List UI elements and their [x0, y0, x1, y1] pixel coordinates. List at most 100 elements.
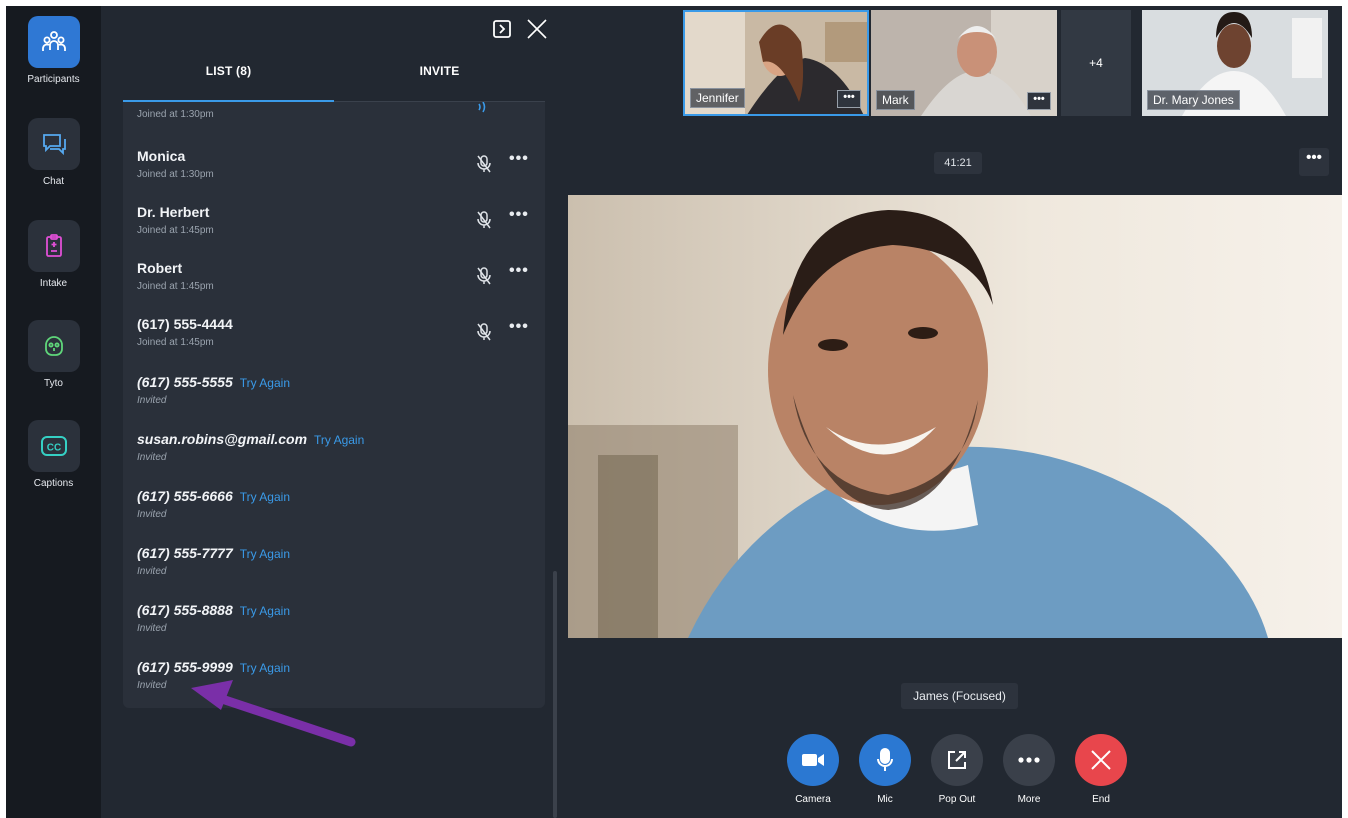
- panel-tabs: LIST (8) INVITE: [123, 54, 545, 103]
- list-item[interactable]: Dr. Herbert Joined at 1:45pm •••: [123, 198, 545, 254]
- rail-item-intake[interactable]: Intake: [6, 220, 101, 289]
- try-again-link[interactable]: Try Again: [240, 547, 290, 561]
- telehealth-app: Participants Chat Intake Tyto CC Caption…: [6, 6, 1342, 818]
- camera-button[interactable]: Camera: [783, 734, 843, 805]
- more-options-icon[interactable]: •••: [1027, 92, 1051, 110]
- invite-status: Invited: [137, 680, 167, 691]
- participant-name: (617) 555-4444: [137, 316, 233, 332]
- video-stage: Jennifer ••• Mark ••• +4 Dr. Mary Jones …: [568, 6, 1342, 818]
- participant-status: Joined at 1:30pm: [137, 109, 214, 120]
- mic-muted-icon[interactable]: [476, 210, 492, 235]
- chat-icon: [27, 118, 80, 170]
- rail-item-participants[interactable]: Participants: [6, 16, 101, 85]
- captions-icon: CC: [27, 420, 80, 472]
- svg-text:CC: CC: [46, 443, 60, 454]
- rail-item-tyto[interactable]: Tyto: [6, 320, 101, 389]
- try-again-link[interactable]: Try Again: [240, 376, 290, 390]
- collapse-panel-icon[interactable]: [492, 19, 512, 44]
- invitee-name: (617) 555-6666: [137, 488, 233, 504]
- invitee-name: (617) 555-9999: [137, 659, 233, 675]
- more-icon: [1003, 734, 1055, 786]
- stage-more-icon[interactable]: •••: [1299, 148, 1329, 176]
- invitee-name: (617) 555-5555: [137, 374, 233, 390]
- list-item[interactable]: Joined at 1:30pm •••: [123, 102, 545, 138]
- try-again-link[interactable]: Try Again: [314, 433, 364, 447]
- participants-icon: [27, 16, 80, 68]
- focused-participant-label: James (Focused): [901, 683, 1018, 709]
- list-item[interactable]: Robert Joined at 1:45pm •••: [123, 254, 545, 310]
- tab-invite[interactable]: INVITE: [334, 64, 545, 78]
- participant-status: Joined at 1:45pm: [137, 225, 214, 236]
- participant-name-tag: Jennifer: [690, 88, 745, 108]
- rail-label: Captions: [33, 478, 74, 489]
- end-icon: [1075, 734, 1127, 786]
- invitee-name: (617) 555-7777: [137, 545, 233, 561]
- more-button[interactable]: More: [999, 734, 1059, 805]
- focused-video-feed: [568, 195, 1342, 638]
- participant-name-tag: Dr. Mary Jones: [1147, 90, 1240, 110]
- rail-item-captions[interactable]: CC Captions: [6, 420, 101, 489]
- participant-list: Joined at 1:30pm ••• Monica Joined at 1:…: [123, 102, 545, 708]
- list-item: (617) 555-6666 Try Again Invited: [123, 482, 545, 538]
- more-options-icon[interactable]: •••: [509, 102, 529, 110]
- mic-muted-icon[interactable]: [476, 266, 492, 291]
- mic-muted-icon[interactable]: [476, 154, 492, 179]
- participant-status: Joined at 1:30pm: [137, 169, 214, 180]
- invitee-name: (617) 555-8888: [137, 602, 233, 618]
- rail-label: Chat: [42, 176, 65, 187]
- list-item[interactable]: (617) 555-4444 Joined at 1:45pm •••: [123, 310, 545, 366]
- tyto-icon: [27, 320, 80, 372]
- control-label: Camera: [795, 794, 831, 805]
- rail-label: Intake: [39, 278, 68, 289]
- participant-name: Monica: [137, 148, 186, 164]
- try-again-link[interactable]: Try Again: [240, 661, 290, 675]
- end-call-button[interactable]: End: [1071, 734, 1131, 805]
- pop-out-button[interactable]: Pop Out: [927, 734, 987, 805]
- list-item: (617) 555-7777 Try Again Invited: [123, 539, 545, 595]
- invite-status: Invited: [137, 623, 167, 634]
- invite-status: Invited: [137, 509, 167, 520]
- rail-label: Participants: [27, 74, 80, 85]
- list-scrollbar[interactable]: [553, 571, 557, 818]
- participant-status: Joined at 1:45pm: [137, 337, 214, 348]
- pop-out-icon: [931, 734, 983, 786]
- close-icon[interactable]: [526, 18, 548, 45]
- try-again-link[interactable]: Try Again: [240, 604, 290, 618]
- list-item[interactable]: Monica Joined at 1:30pm •••: [123, 142, 545, 198]
- invite-status: Invited: [137, 566, 167, 577]
- control-label: Mic: [877, 794, 893, 805]
- clipboard-icon: [27, 220, 80, 272]
- audio-icon: [476, 102, 492, 119]
- control-label: End: [1092, 794, 1110, 805]
- participant-thumbnail[interactable]: Jennifer •••: [683, 10, 869, 116]
- mic-muted-icon[interactable]: [476, 322, 492, 347]
- participant-thumbnail[interactable]: Mark •••: [871, 10, 1057, 116]
- control-label: Pop Out: [938, 794, 976, 805]
- control-label: More: [1017, 794, 1041, 805]
- more-options-icon[interactable]: •••: [509, 262, 529, 280]
- participant-name: Robert: [137, 260, 183, 276]
- video-feed-james: [568, 195, 1342, 638]
- more-options-icon[interactable]: •••: [509, 206, 529, 224]
- annotation-arrow-icon: [191, 680, 356, 747]
- invite-status: Invited: [137, 395, 167, 406]
- invite-status: Invited: [137, 452, 167, 463]
- mic-button[interactable]: Mic: [855, 734, 915, 805]
- more-options-icon[interactable]: •••: [509, 318, 529, 336]
- participant-name: Dr. Herbert: [137, 204, 210, 220]
- invitee-name: susan.robins@gmail.com: [137, 431, 308, 447]
- list-item: susan.robins@gmail.com Try Again Invited: [123, 425, 545, 481]
- tab-list[interactable]: LIST (8): [123, 64, 334, 78]
- participant-thumbnail[interactable]: Dr. Mary Jones: [1142, 10, 1328, 116]
- more-participants-tile[interactable]: +4: [1061, 10, 1131, 116]
- more-options-icon[interactable]: •••: [509, 150, 529, 168]
- more-options-icon[interactable]: •••: [837, 90, 861, 108]
- left-rail: Participants Chat Intake Tyto CC Caption…: [6, 6, 101, 818]
- call-controls: Camera Mic Pop Out More End: [783, 734, 1133, 818]
- participant-status: Joined at 1:45pm: [137, 281, 214, 292]
- try-again-link[interactable]: Try Again: [240, 490, 290, 504]
- mic-icon: [859, 734, 911, 786]
- rail-item-chat[interactable]: Chat: [6, 118, 101, 187]
- list-item: (617) 555-5555 Try Again Invited: [123, 368, 545, 424]
- call-timer: 41:21: [934, 152, 982, 174]
